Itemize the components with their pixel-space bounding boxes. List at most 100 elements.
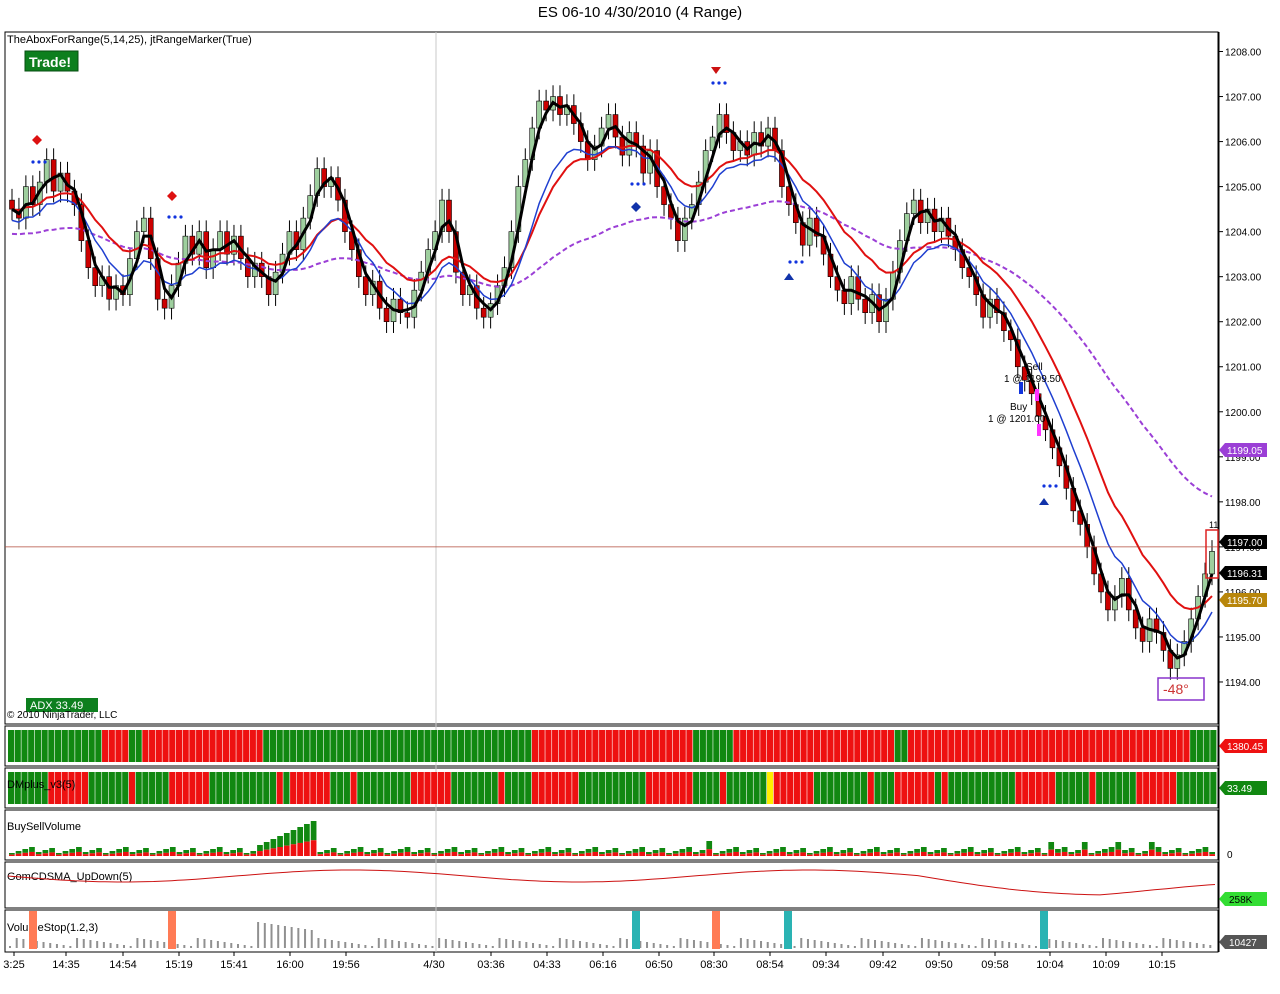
sell-volume-bar — [203, 853, 210, 856]
buy-volume-bar — [612, 848, 619, 853]
volume-stop-bar — [1195, 943, 1198, 948]
volume-stop-bar — [62, 945, 65, 948]
buy-volume-bar — [485, 851, 491, 854]
volume-stop-bar — [290, 927, 293, 948]
buy-volume-bar — [941, 848, 947, 853]
sell-volume-bar — [1014, 851, 1021, 856]
p2-bar — [404, 730, 411, 762]
volume-stop-bar — [1008, 942, 1011, 948]
volume-stop-bar — [1169, 939, 1172, 948]
buy-volume-bar — [391, 851, 397, 854]
p3-bar — [310, 772, 317, 804]
sell-volume-bar — [149, 854, 156, 856]
volume-stop-bar — [129, 946, 132, 948]
buy-volume-bar — [632, 849, 639, 853]
p3-bar — [511, 772, 518, 804]
buy-volume-bar — [1041, 853, 1048, 855]
p3-bar — [753, 772, 760, 804]
sell-volume-bar — [505, 854, 511, 856]
buy-volume-bar — [1169, 850, 1175, 854]
buy-volume-bar — [1048, 842, 1055, 850]
p2-bar — [719, 730, 727, 762]
buy-volume-bar — [491, 849, 498, 853]
panel-frame-5 — [4, 861, 1219, 909]
volume-stop-bar — [532, 943, 535, 948]
p2-bar — [1002, 730, 1009, 762]
sell-volume-bar — [236, 852, 243, 856]
buy-volume-bar — [1189, 851, 1195, 854]
p3-bar — [1062, 772, 1069, 804]
x-tick-label: 09:58 — [981, 959, 1009, 971]
p2-bar — [316, 730, 324, 762]
p2-bar — [424, 730, 431, 762]
buy-volume-bar — [310, 821, 317, 841]
p3-bar — [672, 772, 680, 804]
p2-bar — [558, 730, 565, 762]
p2-bar — [175, 730, 183, 762]
x-tick-label: 19:56 — [332, 959, 360, 971]
volume-stop-marker — [168, 911, 176, 949]
volume-stop-bar — [216, 941, 219, 948]
candle-body — [806, 217, 813, 246]
sell-volume-bar — [431, 854, 438, 856]
volume-stop-bar — [190, 946, 193, 948]
buy-volume-bar — [961, 849, 967, 853]
p2-bar — [81, 730, 88, 762]
sell-volume-bar — [967, 851, 974, 856]
sell-volume-bar — [451, 851, 458, 856]
volume-stop-bar — [505, 939, 508, 948]
p3-bar — [955, 772, 962, 804]
buy-volume-bar — [538, 849, 545, 853]
chart-canvas[interactable]: 1208.00 1207.00 1206.00 1205.00 1204.00 1203.… — [0, 0, 1280, 994]
sell-volume-bar — [1088, 854, 1095, 856]
range-dot — [1054, 484, 1058, 488]
p2-bar — [887, 730, 894, 762]
volume-stop-bar — [257, 922, 260, 948]
sell-volume-bar — [961, 852, 967, 856]
buy-volume-bar — [619, 853, 625, 855]
x-tick-label: 10:09 — [1092, 959, 1120, 971]
sell-volume-bar — [1202, 851, 1209, 856]
p2-bar — [411, 730, 418, 762]
p3-bar — [491, 772, 498, 804]
p3-bar — [343, 772, 350, 804]
volume-stop-bar — [371, 946, 374, 948]
p3-bar — [538, 772, 545, 804]
p3-bar — [290, 772, 297, 804]
sell-volume-bar — [994, 854, 1001, 856]
volume-stop-bar — [860, 938, 863, 948]
sell-volume-bar — [76, 851, 82, 856]
sell-volume-bar — [324, 853, 330, 856]
sell-volume-bar — [297, 842, 304, 856]
sell-volume-bar — [22, 852, 29, 856]
range-dot — [31, 160, 35, 164]
p3-bar — [1096, 772, 1103, 804]
p3-bar — [149, 772, 156, 804]
p3-bar — [269, 772, 277, 804]
p3-bar — [572, 772, 579, 804]
p2-bar — [632, 730, 639, 762]
volume-stop-bar — [1102, 938, 1105, 948]
p3-bar — [424, 772, 431, 804]
sell-volume-bar — [478, 854, 485, 856]
y-tick-label: 1195.00 — [1225, 633, 1261, 644]
p2-bar — [14, 730, 21, 762]
volume-stop-bar — [780, 944, 783, 948]
sell-volume-bar — [1095, 853, 1102, 856]
buy-volume-bar — [116, 849, 122, 853]
sell-volume-bar — [377, 852, 384, 856]
p3-bar — [397, 772, 404, 804]
volume-stop-bar — [143, 939, 146, 948]
p2-bar — [1176, 730, 1183, 762]
p2-bar — [189, 730, 196, 762]
p2-bar — [1156, 730, 1163, 762]
volume-stop-bar — [317, 938, 320, 948]
p3-bar — [585, 772, 592, 804]
p3-bar — [276, 772, 283, 804]
volume-stop-bar — [1182, 941, 1185, 948]
p3-bar — [914, 772, 921, 804]
p2-bar — [283, 730, 290, 762]
volume-stop-marker — [1040, 911, 1048, 949]
candle-body — [862, 298, 868, 314]
p3-bar — [807, 772, 814, 804]
